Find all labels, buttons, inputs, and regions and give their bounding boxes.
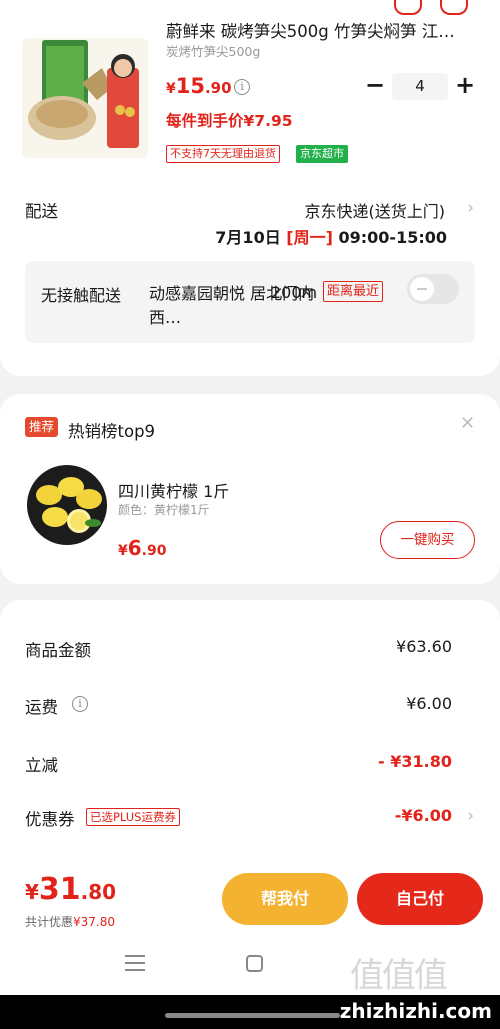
- decor-arc: [440, 0, 468, 15]
- delivery-time[interactable]: 7月10日 [周一] 09:00-15:00: [215, 224, 447, 248]
- coupon-label: 优惠券: [25, 810, 75, 829]
- recommend-title: 热销榜top9: [68, 422, 156, 441]
- coupon-value[interactable]: -¥6.00: [395, 806, 452, 825]
- total-discount: 共计优惠¥37.80: [25, 915, 116, 929]
- delivery-label: 配送: [25, 202, 58, 221]
- delivery-method[interactable]: 京东快递(送货上门): [305, 198, 446, 222]
- recommend-item-name[interactable]: 四川黄柠檬 1斤: [118, 478, 229, 502]
- contactless-label: 无接触配送: [41, 286, 122, 305]
- contactless-toggle[interactable]: [407, 274, 459, 304]
- recommend-item-color: 颜色：黄柠檬1斤: [118, 503, 210, 517]
- chevron-right-icon[interactable]: ›: [467, 806, 474, 826]
- product-title[interactable]: 蔚鲜来 碳烤笋尖500g 竹笋尖焖笋 江…: [166, 18, 481, 42]
- recommend-item-price: ¥6.90: [118, 536, 167, 560]
- info-icon[interactable]: i: [72, 696, 88, 712]
- quantity-plus-button[interactable]: +: [454, 72, 476, 98]
- help-pay-button[interactable]: 帮我付: [222, 873, 348, 925]
- home-icon[interactable]: [246, 955, 263, 972]
- watermark-logo: 值值值: [350, 956, 448, 996]
- no-return-tag: 不支持7天无理由退货: [166, 145, 280, 163]
- checkout-bar: ¥31.80 共计优惠¥37.80 帮我付 自己付: [0, 860, 500, 935]
- close-icon[interactable]: ✕: [460, 413, 475, 434]
- one-click-buy-button[interactable]: 一键购买: [380, 521, 475, 559]
- menu-icon[interactable]: [125, 955, 145, 971]
- product-price: ¥15.90: [166, 74, 232, 98]
- footer-strip: zhizhizhi.com: [0, 995, 500, 1029]
- goods-amount-label: 商品金额: [25, 641, 91, 660]
- jd-supermarket-tag: 京东超市: [296, 145, 348, 163]
- toggle-knob: [410, 277, 434, 301]
- product-image[interactable]: [22, 38, 148, 158]
- system-nav-bar: 值值值: [0, 935, 500, 996]
- quantity-minus-button[interactable]: −: [364, 73, 386, 99]
- per-unit-price: 每件到手价¥7.95: [166, 112, 293, 130]
- self-pay-button[interactable]: 自己付: [357, 873, 483, 925]
- total-price: ¥31.80: [25, 872, 117, 907]
- product-spec: 炭烤竹笋尖500g: [166, 44, 261, 59]
- lemon-image[interactable]: [25, 465, 109, 545]
- contactless-distance: 200m: [271, 283, 318, 302]
- discount-value: - ¥31.80: [378, 752, 452, 771]
- quantity-input[interactable]: 4: [392, 73, 448, 100]
- goods-amount-value: ¥63.60: [396, 637, 452, 656]
- shipping-value: ¥6.00: [406, 694, 452, 713]
- recommend-tag: 推荐: [25, 417, 59, 437]
- contactless-delivery-box: 无接触配送 动感嘉园朝悦 居北门内西… 200m 距离最近: [25, 261, 475, 343]
- info-icon[interactable]: i: [234, 79, 250, 95]
- shipping-label: 运费: [25, 698, 58, 717]
- discount-label: 立减: [25, 756, 58, 775]
- nearest-tag: 距离最近: [323, 281, 384, 302]
- chevron-right-icon[interactable]: ›: [467, 198, 474, 218]
- footer-url: zhizhizhi.com: [339, 999, 492, 1023]
- home-indicator[interactable]: [165, 1013, 340, 1018]
- decor-arc: [394, 0, 422, 15]
- plus-coupon-tag: 已选PLUS运费券: [86, 808, 180, 826]
